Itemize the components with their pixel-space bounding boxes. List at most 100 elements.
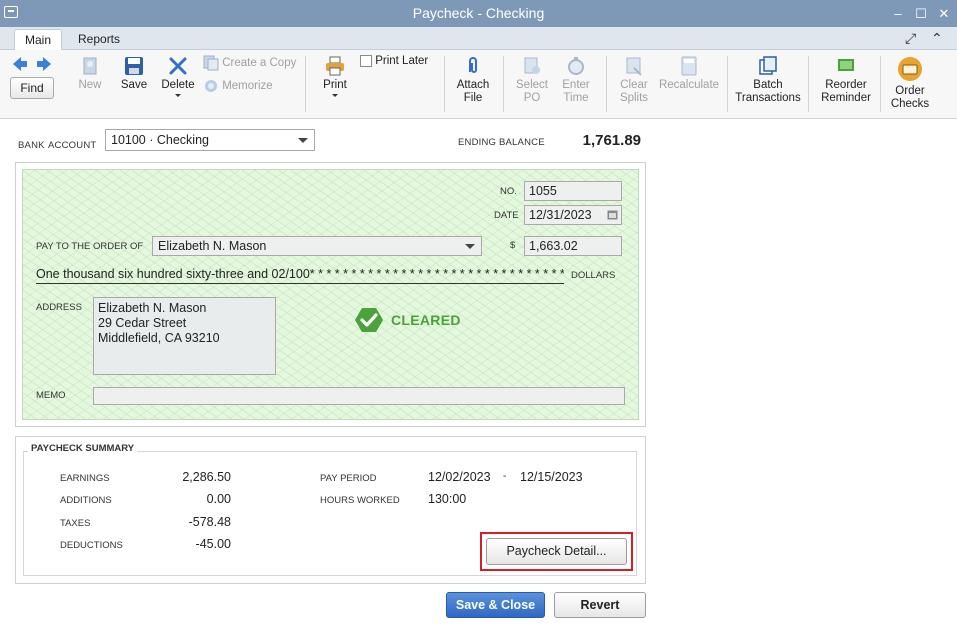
recalculate-label: Recalculate <box>658 79 720 91</box>
address-textarea[interactable]: Elizabeth N. Mason 29 Cedar Street Middl… <box>93 297 276 375</box>
toolbar-separator <box>880 56 881 112</box>
new-label: New <box>78 79 102 91</box>
taxes-label: TAXES <box>60 518 91 529</box>
copy-icon <box>203 55 219 71</box>
clear-splits-label-2: Splits <box>619 92 649 104</box>
order-checks-label-2: Checks <box>890 98 930 110</box>
printer-icon <box>326 56 344 76</box>
earnings-value: 2,286.50 <box>182 470 231 484</box>
print-later-checkbox[interactable]: Print Later <box>360 55 440 68</box>
chevron-up-icon[interactable]: ⌃ <box>931 30 943 47</box>
address-line: Elizabeth N. Mason <box>98 301 207 315</box>
order-checks-icon <box>898 57 922 81</box>
pay-period-separator: - <box>503 471 507 482</box>
select-po-label-2: PO <box>523 92 541 104</box>
additions-label: ADDITIONS <box>60 495 112 506</box>
currency-symbol: $ <box>510 240 516 251</box>
clear-splits-icon <box>626 57 642 76</box>
clear-splits-label-1: Clear <box>620 79 648 91</box>
account-label: ACCOUNT <box>48 140 97 151</box>
cleared-status: CLEARED <box>391 312 461 328</box>
bank-account-label: BANK ACCOUNT <box>18 137 96 151</box>
toolbar-separator <box>727 56 728 112</box>
new-document-icon <box>83 57 97 75</box>
memo-label: MEMO <box>36 390 66 401</box>
delete-label: Delete <box>161 79 195 91</box>
save-label: Save <box>120 79 148 91</box>
calculator-icon <box>681 56 697 76</box>
select-po-icon <box>524 57 540 74</box>
toolbar-separator <box>808 56 809 112</box>
reorder-reminder-icon <box>838 59 854 71</box>
batch-label-1: Batch <box>753 79 783 91</box>
bank-account-select[interactable]: 10100 · Checking <box>105 129 315 151</box>
print-later-box[interactable] <box>360 55 372 67</box>
hours-worked-value: 130:00 <box>428 492 467 506</box>
address-label: ADDRESS <box>36 302 82 313</box>
close-icon[interactable]: ✕ <box>933 0 955 27</box>
title-bar: Paycheck - Checking – ☐ ✕ <box>0 0 957 27</box>
taxes-value: -578.48 <box>188 515 231 529</box>
payee-select[interactable]: Elizabeth N. Mason <box>152 236 482 256</box>
delete-dropdown-icon <box>175 94 181 97</box>
check-number-input[interactable]: 1055 <box>524 181 622 201</box>
payee-value: Elizabeth N. Mason <box>158 239 267 253</box>
calendar-icon[interactable] <box>607 209 618 220</box>
print-later-label: Print Later <box>375 55 429 68</box>
prev-next-arrows-icon[interactable] <box>13 57 51 71</box>
address-line: 29 Cedar Street <box>98 316 187 330</box>
date-input[interactable]: 12/31/2023 <box>524 205 622 225</box>
expand-icon[interactable]: ⤢ <box>905 30 916 47</box>
select-po-label-1: Select <box>516 79 548 91</box>
print-button[interactable]: Print <box>320 56 350 97</box>
find-button[interactable]: Find <box>10 77 54 99</box>
save-button[interactable]: Save <box>118 56 150 92</box>
reorder-reminder-button[interactable]: Reorder Reminder <box>818 56 874 105</box>
delete-x-icon <box>169 57 187 75</box>
save-close-button[interactable]: Save & Close <box>446 592 545 618</box>
amount-input[interactable]: 1,663.02 <box>524 236 622 256</box>
order-checks-button[interactable]: Order Checks <box>888 56 932 111</box>
revert-button[interactable]: Revert <box>554 592 646 618</box>
memorize-button[interactable]: Memorize <box>203 78 293 94</box>
checkmark-badge-icon <box>355 308 383 332</box>
deductions-label: DEDUCTIONS <box>60 540 123 551</box>
minimize-icon[interactable]: – <box>887 0 909 27</box>
attach-file-button[interactable]: Attach File <box>455 56 491 105</box>
select-po-button[interactable]: Select PO <box>513 56 551 105</box>
chevron-down-icon <box>298 138 308 143</box>
maximize-icon[interactable]: ☐ <box>910 0 932 27</box>
dollars-label: DOLLARS <box>571 270 616 281</box>
toolbar-separator <box>503 56 504 112</box>
recalculate-button[interactable]: Recalculate <box>658 56 720 92</box>
paperclip-icon <box>469 57 477 73</box>
print-label: Print <box>323 79 347 91</box>
create-copy-button[interactable]: Create a Copy <box>203 55 303 71</box>
floppy-disk-icon <box>125 57 143 75</box>
order-checks-label-1: Order <box>895 85 925 97</box>
delete-button[interactable]: Delete <box>160 56 196 97</box>
paycheck-detail-button[interactable]: Paycheck Detail... <box>486 538 627 565</box>
ribbon-tabs: Main Reports ⤢ ⌃ <box>0 27 957 51</box>
paycheck-summary-title: PAYCHECK SUMMARY <box>28 443 138 454</box>
hours-worked-label: HOURS WORKED <box>320 495 400 506</box>
toolbar-separator <box>606 56 607 112</box>
new-button[interactable]: New <box>74 56 106 92</box>
batch-label-2: Transactions <box>735 92 801 104</box>
batch-transactions-icon <box>759 56 777 75</box>
enter-time-label-2: Time <box>563 92 589 104</box>
ending-balance-value: 1,761.89 <box>582 132 641 149</box>
clear-splits-button[interactable]: Clear Splits <box>616 56 652 105</box>
enter-time-button[interactable]: Enter Time <box>558 56 594 105</box>
bank-account-value: 10100 · Checking <box>111 133 209 147</box>
tab-main[interactable]: Main <box>14 29 63 51</box>
ending-balance-label: ENDING BALANCE <box>458 137 545 148</box>
tab-reports[interactable]: Reports <box>68 29 130 50</box>
memo-input[interactable] <box>93 387 625 405</box>
address-line: Middlefield, CA 93210 <box>98 331 220 345</box>
system-menu-icon[interactable] <box>4 6 18 18</box>
pay-period-start: 12/02/2023 <box>428 470 491 484</box>
attach-file-label-2: File <box>463 92 483 104</box>
batch-transactions-button[interactable]: Batch Transactions <box>735 56 801 105</box>
reorder-label-2: Reminder <box>821 92 871 104</box>
